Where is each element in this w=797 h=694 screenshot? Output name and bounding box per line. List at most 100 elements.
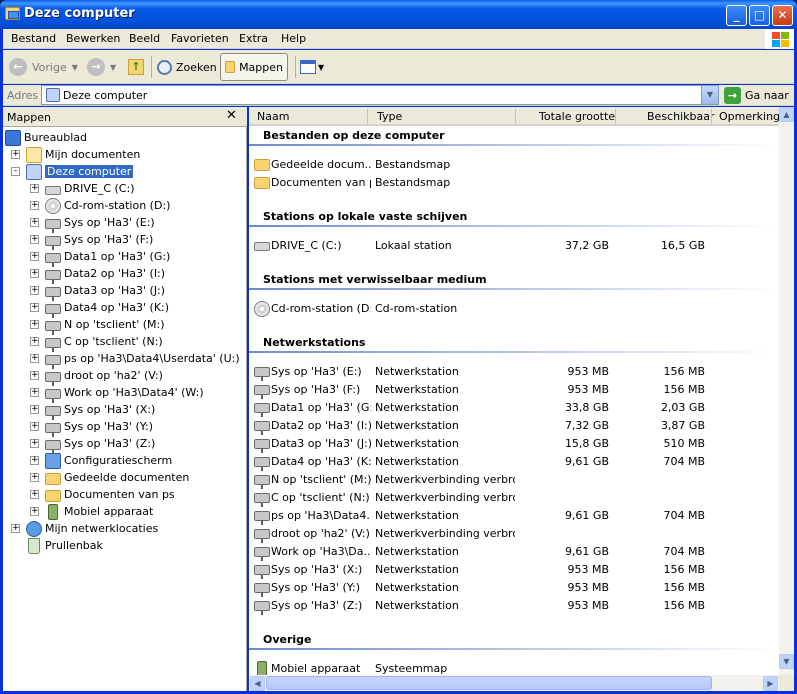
tree-item[interactable]: + Data2 op 'Ha3' (I:) <box>30 265 165 284</box>
tree-item[interactable]: + Sys op 'Ha3' (F:) <box>30 231 153 250</box>
column-separator[interactable] <box>367 109 368 124</box>
tree-item[interactable]: + Mijn netwerklocaties <box>11 520 158 537</box>
expand-icon[interactable]: + <box>30 218 39 227</box>
list-item[interactable]: Data3 op 'Ha3' (J:) Netwerkstation 15,8 GB… <box>249 435 779 453</box>
list-item[interactable]: C op 'tsclient' (N:) Netwerkverbinding ve… <box>249 489 779 507</box>
list-item[interactable]: droot op 'ha2' (V:) Netwerkverbinding ver… <box>249 525 779 543</box>
expand-icon[interactable]: + <box>11 524 20 533</box>
folders-button[interactable]: Mappen <box>220 53 288 81</box>
expand-icon[interactable]: + <box>30 507 39 516</box>
list-item[interactable]: Work op 'Ha3\Da... Netwerkstation 9,61 GB 7… <box>249 543 779 561</box>
expand-icon[interactable]: + <box>30 303 39 312</box>
tree-item[interactable]: + ps op 'Ha3\Data4\Userdata' (U:) <box>30 350 240 369</box>
list-item[interactable]: Documenten van ps Bestandsmap <box>249 174 779 192</box>
menu-extra[interactable]: Extra <box>239 32 268 45</box>
address-field[interactable]: Deze computer ▼ <box>41 85 719 105</box>
expand-icon[interactable]: + <box>30 371 39 380</box>
expand-icon[interactable]: + <box>30 456 39 465</box>
tree-item[interactable]: Prullenbak <box>11 537 103 554</box>
scroll-up-icon[interactable]: ▲ <box>779 107 794 122</box>
list-item[interactable]: Mobiel apparaat Systeemmap <box>249 660 779 675</box>
column-separator[interactable] <box>615 109 616 124</box>
minimize-button[interactable]: _ <box>726 5 747 26</box>
tree-item[interactable]: + Work op 'Ha3\Data4' (W:) <box>30 384 204 403</box>
close-button[interactable]: ✕ <box>772 5 793 26</box>
list-item[interactable]: N op 'tsclient' (M:) Netwerkverbinding ve… <box>249 471 779 489</box>
expand-icon[interactable]: + <box>30 235 39 244</box>
list-item[interactable]: DRIVE_C (C:) Lokaal station 37,2 GB 16,5 GB <box>249 237 779 255</box>
tree-item[interactable]: + Data1 op 'Ha3' (G:) <box>30 248 170 267</box>
address-dropdown-icon[interactable]: ▼ <box>701 86 718 104</box>
column-name[interactable]: Naam <box>257 110 289 123</box>
tree-item[interactable]: + Configuratiescherm <box>30 452 172 469</box>
menu-bewerken[interactable]: Bewerken <box>66 32 120 45</box>
expand-icon[interactable]: + <box>30 354 39 363</box>
column-available[interactable]: Beschikbaar <box>647 110 714 123</box>
tree-item[interactable]: Bureaublad <box>5 129 87 146</box>
menu-favorieten[interactable]: Favorieten <box>171 32 229 45</box>
close-pane-icon[interactable]: ✕ <box>226 108 237 123</box>
scroll-right-icon[interactable]: ▶ <box>763 676 778 691</box>
forward-dropdown-icon[interactable]: ▼ <box>110 63 116 72</box>
back-dropdown-icon[interactable]: ▼ <box>72 63 78 72</box>
tree-item[interactable]: + Documenten van ps <box>30 486 175 503</box>
back-button[interactable]: ← Vorige ▼ <box>9 53 78 81</box>
expand-icon[interactable]: + <box>30 388 39 397</box>
expand-icon[interactable]: + <box>11 150 20 159</box>
expand-icon[interactable]: + <box>30 422 39 431</box>
tree-item[interactable]: + Mijn documenten <box>11 146 140 163</box>
scroll-left-icon[interactable]: ◀ <box>250 676 265 691</box>
expand-icon[interactable]: + <box>30 320 39 329</box>
tree-item[interactable]: + C op 'tsclient' (N:) <box>30 333 163 352</box>
expand-icon[interactable]: + <box>30 252 39 261</box>
expand-icon[interactable]: + <box>30 473 39 482</box>
column-comments[interactable]: Opmerkinge <box>719 110 787 123</box>
list-item[interactable]: Sys op 'Ha3' (F:) Netwerkstation 953 MB 156… <box>249 381 779 399</box>
tree-item[interactable]: + Cd-rom-station (D:) <box>30 197 170 214</box>
column-type[interactable]: Type <box>377 110 402 123</box>
scroll-down-icon[interactable]: ▼ <box>779 654 794 669</box>
tree-item[interactable]: + droot op 'ha2' (V:) <box>30 367 163 386</box>
tree-item[interactable]: + Sys op 'Ha3' (X:) <box>30 401 155 420</box>
tree-item[interactable]: + Data4 op 'Ha3' (K:) <box>30 299 169 318</box>
expand-icon[interactable]: + <box>30 201 39 210</box>
expand-icon[interactable]: + <box>30 269 39 278</box>
tree-item[interactable]: + Gedeelde documenten <box>30 469 189 486</box>
expand-icon[interactable]: + <box>30 490 39 499</box>
list-item[interactable]: Gedeelde docum... Bestandsmap <box>249 156 779 174</box>
title-bar[interactable]: Deze computer _ □ ✕ <box>0 0 797 29</box>
horizontal-scrollbar[interactable]: ◀ ▶ <box>249 675 779 691</box>
up-button[interactable]: ↑ <box>128 53 144 81</box>
horizontal-scroll-thumb[interactable] <box>266 676 712 690</box>
menu-beeld[interactable]: Beeld <box>129 32 160 45</box>
list-item[interactable]: Cd-rom-station (D:) Cd-rom-station <box>249 300 779 318</box>
expand-icon[interactable]: + <box>30 439 39 448</box>
tree-item[interactable]: + Sys op 'Ha3' (Z:) <box>30 435 155 454</box>
menu-help[interactable]: Help <box>281 32 306 45</box>
list-item[interactable]: Sys op 'Ha3' (E:) Netwerkstation 953 MB 156… <box>249 363 779 381</box>
tree-item[interactable]: + DRIVE_C (C:) <box>30 180 134 197</box>
tree-item[interactable]: + Sys op 'Ha3' (E:) <box>30 214 155 233</box>
tree-item[interactable]: - Deze computer <box>11 163 134 180</box>
expand-icon[interactable]: + <box>30 405 39 414</box>
tree-item[interactable]: + N op 'tsclient' (M:) <box>30 316 165 335</box>
tree-item[interactable]: + Sys op 'Ha3' (Y:) <box>30 418 153 437</box>
forward-button[interactable]: → ▼ <box>87 53 116 81</box>
list-item[interactable]: Sys op 'Ha3' (X:) Netwerkstation 953 MB 156… <box>249 561 779 579</box>
column-separator[interactable] <box>711 109 712 124</box>
tree-item[interactable]: + Mobiel apparaat <box>30 503 153 520</box>
list-item[interactable]: ps op 'Ha3\Data4... Netwerkstation 9,61 GB… <box>249 507 779 525</box>
collapse-icon[interactable]: - <box>11 167 20 176</box>
search-button[interactable]: Zoeken <box>157 53 217 81</box>
expand-icon[interactable]: + <box>30 184 39 193</box>
views-button[interactable]: ▼ <box>300 53 324 81</box>
maximize-button[interactable]: □ <box>749 5 770 26</box>
column-total-size[interactable]: Totale grootte <box>539 110 615 123</box>
expand-icon[interactable]: + <box>30 286 39 295</box>
tree-item[interactable]: + Data3 op 'Ha3' (J:) <box>30 282 165 301</box>
list-item[interactable]: Sys op 'Ha3' (Z:) Netwerkstation 953 MB 156… <box>249 597 779 615</box>
go-button[interactable]: → Ga naar <box>724 86 789 105</box>
expand-icon[interactable]: + <box>30 337 39 346</box>
views-dropdown-icon[interactable]: ▼ <box>318 63 324 72</box>
list-item[interactable]: Data1 op 'Ha3' (G:) Netwerkstation 33,8 GB… <box>249 399 779 417</box>
